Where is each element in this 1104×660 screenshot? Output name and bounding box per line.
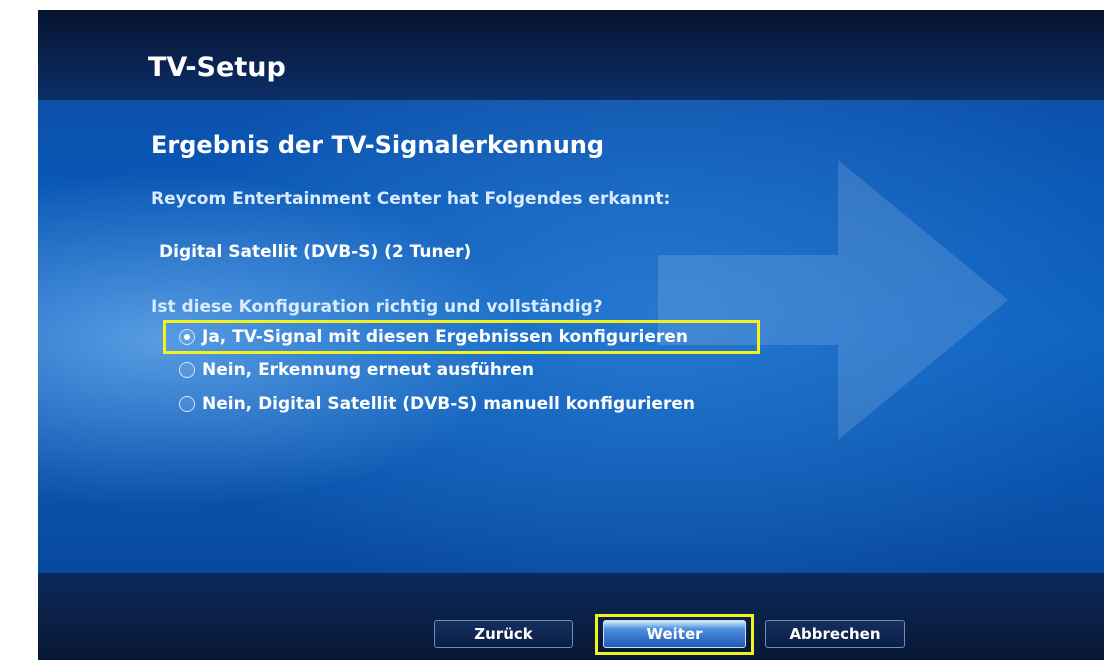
option-manual-configuration[interactable]: Nein, Digital Satellit (DVB-S) manuell k… (179, 391, 695, 417)
arrow-watermark-icon (658, 160, 1008, 440)
media-center-screen: TV-Setup Ergebnis der TV-Signalerkennung… (38, 10, 1104, 660)
radio-selected-icon[interactable] (179, 329, 195, 345)
back-button[interactable]: Zurück (434, 620, 573, 648)
detection-intro: Reycom Entertainment Center hat Folgende… (151, 189, 671, 209)
radio-unselected-icon[interactable] (179, 362, 195, 378)
page-heading: Ergebnis der TV-Signalerkennung (151, 131, 605, 159)
detected-signal: Digital Satellit (DVB-S) (2 Tuner) (159, 242, 472, 262)
cancel-button[interactable]: Abbrechen (765, 620, 905, 648)
confirmation-question: Ist diese Konfiguration richtig und voll… (151, 297, 603, 317)
option-configure-with-results[interactable]: Ja, TV-Signal mit diesen Ergebnissen kon… (179, 324, 688, 350)
option-label: Nein, Erkennung erneut ausführen (202, 360, 534, 380)
radio-unselected-icon[interactable] (179, 396, 195, 412)
option-label: Ja, TV-Signal mit diesen Ergebnissen kon… (202, 327, 688, 347)
app-title: TV-Setup (148, 52, 286, 83)
option-rerun-detection[interactable]: Nein, Erkennung erneut ausführen (179, 357, 534, 383)
option-label: Nein, Digital Satellit (DVB-S) manuell k… (202, 394, 695, 414)
next-button[interactable]: Weiter (603, 620, 746, 648)
